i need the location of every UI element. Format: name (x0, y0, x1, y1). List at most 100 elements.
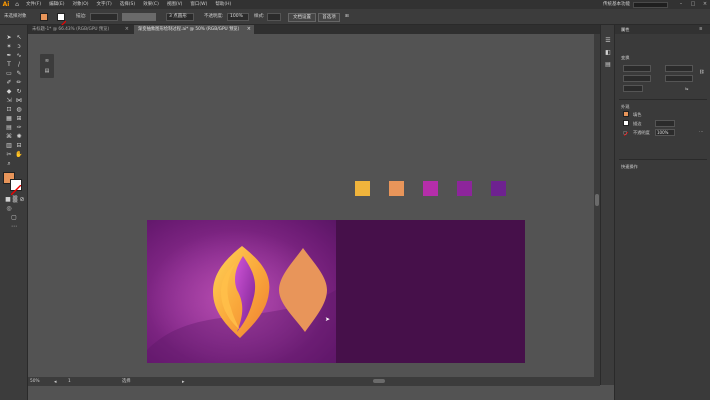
panel-menu-icon[interactable]: ≡ (699, 26, 703, 31)
maximize-icon[interactable]: □ (688, 0, 698, 9)
home-icon[interactable]: ⌂ (12, 0, 22, 9)
canvas-bottom (28, 386, 600, 400)
divider (619, 159, 707, 160)
artboard-list-icon[interactable]: ▤ (43, 67, 51, 75)
stroke-weight-field[interactable] (90, 13, 118, 21)
graphic-style-field[interactable] (267, 13, 281, 21)
properties-panel-icon[interactable]: ☰ (604, 37, 612, 45)
slice-tool-icon[interactable]: ✂ (5, 151, 13, 159)
opacity-field[interactable]: 100% (227, 13, 249, 21)
panel-stroke-swatch[interactable] (623, 120, 629, 137)
layers-icon[interactable]: ≋ (43, 57, 51, 65)
tab-gradient-abstract[interactable]: 渐变抽象图形绘制过程.ai* @ 50% (RGB/GPU 预览) × (134, 25, 254, 34)
opacity-label: 不透明度: (204, 14, 224, 19)
selection-tool-icon[interactable]: ➤ (5, 34, 13, 42)
magic-wand-icon[interactable]: ✶ (5, 43, 13, 51)
panel-stroke-weight[interactable] (655, 120, 675, 127)
mesh-tool-icon[interactable]: ⊞ (15, 115, 23, 123)
preferences-button[interactable]: 首选项 (318, 12, 340, 22)
stroke-swatch[interactable] (57, 13, 67, 30)
height-field[interactable] (665, 75, 693, 82)
gradient-tool-icon[interactable]: ▤ (5, 124, 13, 132)
color-swatch-2[interactable] (389, 181, 404, 196)
eyedropper-icon[interactable]: ✑ (15, 124, 23, 132)
status-menu-arrow-icon[interactable]: ▸ (182, 379, 186, 385)
shaper-tool-icon[interactable]: ✐ (5, 79, 13, 87)
lasso-icon[interactable]: ↄ (15, 43, 23, 51)
libraries-panel-icon[interactable]: ▤ (604, 61, 612, 69)
minimize-icon[interactable]: – (676, 0, 686, 9)
artboard-tool-icon[interactable]: ⊟ (15, 142, 23, 150)
width-tool-icon[interactable]: ⋈ (15, 97, 23, 105)
type-tool-icon[interactable]: T (5, 61, 13, 69)
color-swatch-1[interactable] (355, 181, 370, 196)
panel-fill-swatch[interactable] (623, 111, 629, 117)
more-options-icon[interactable]: ⋯ (699, 129, 703, 134)
document-setup-button[interactable]: 文档设置 (288, 12, 316, 22)
close-tab-icon[interactable]: × (125, 25, 129, 34)
menu-view[interactable]: 视图(V) (163, 0, 187, 9)
paintbrush-icon[interactable]: ✎ (15, 70, 23, 78)
rotate-field[interactable] (623, 85, 643, 92)
column-graph-icon[interactable]: ▥ (5, 142, 13, 150)
y-field[interactable] (623, 75, 651, 82)
flip-icon[interactable]: ⇋ (685, 86, 689, 91)
search-input[interactable] (633, 1, 668, 8)
hand-tool-icon[interactable]: ✋ (15, 151, 23, 159)
curvature-tool-icon[interactable]: ∿ (15, 52, 23, 60)
direct-selection-tool-icon[interactable]: ↖ (15, 34, 23, 42)
scale-tool-icon[interactable]: ⇲ (5, 97, 13, 105)
horizontal-scroll-thumb[interactable] (373, 379, 385, 383)
menu-help[interactable]: 帮助(H) (211, 0, 235, 9)
x-field[interactable] (623, 65, 651, 72)
pencil-icon[interactable]: ✏ (15, 79, 23, 87)
more-tools-icon[interactable]: ⋯ (10, 223, 18, 231)
shape-builder-icon[interactable]: ◍ (15, 106, 23, 114)
color-swatch-5[interactable] (491, 181, 506, 196)
menu-file[interactable]: 文件(F) (22, 0, 45, 9)
status-bar: 50% ◂ 1 选择 ▸ (28, 377, 600, 386)
screen-mode-icon[interactable]: ▢ (10, 214, 18, 222)
link-proportions-icon[interactable]: ⛓ (699, 69, 704, 75)
zoom-tool-icon[interactable]: ⌕ (5, 160, 13, 168)
vertical-scroll-thumb[interactable] (595, 194, 599, 206)
rotate-tool-icon[interactable]: ↻ (15, 88, 23, 96)
free-transform-icon[interactable]: ⊡ (5, 106, 13, 114)
pen-tool-icon[interactable]: ✒ (5, 52, 13, 60)
color-swatch-4[interactable] (457, 181, 472, 196)
fill-swatch[interactable] (40, 13, 48, 21)
artboard-number[interactable]: 1 (68, 377, 71, 386)
panel-title[interactable]: 属性 (621, 27, 629, 33)
menu-edit[interactable]: 编辑(E) (45, 0, 68, 9)
artboard-navigator[interactable]: ≋ ▤ (40, 54, 54, 78)
menu-type[interactable]: 文字(T) (93, 0, 116, 9)
perspective-grid-icon[interactable]: ▦ (5, 115, 13, 123)
color-swatch-3[interactable] (423, 181, 438, 196)
line-tool-icon[interactable]: / (15, 61, 23, 69)
rectangle-tool-icon[interactable]: ▭ (5, 70, 13, 78)
eraser-icon[interactable]: ◆ (5, 88, 13, 96)
draw-mode-icon[interactable]: ◎ (5, 205, 13, 213)
menu-select[interactable]: 选择(S) (116, 0, 139, 9)
none-mode-icon[interactable]: ⊘ (18, 196, 26, 204)
arrange-icon[interactable]: ⊞ (345, 13, 349, 21)
menu-object[interactable]: 对象(O) (68, 0, 92, 9)
workspace-switcher[interactable]: 传统基本功能 (603, 0, 630, 9)
symbol-sprayer-icon[interactable]: ✺ (15, 133, 23, 141)
zoom-level[interactable]: 50% (30, 377, 40, 386)
close-icon[interactable]: × (700, 0, 710, 9)
menu-window[interactable]: 窗口(W) (186, 0, 211, 9)
prev-artboard-icon[interactable]: ◂ (54, 379, 60, 385)
panel-opacity-field[interactable]: 100% (655, 129, 675, 136)
tab-untitled[interactable]: 未标题-1* @ 66.43% (RGB/GPU 预览) × (28, 25, 132, 34)
blend-tool-icon[interactable]: ⌘ (5, 133, 13, 141)
variable-width-profile[interactable] (122, 13, 156, 21)
layers-panel-icon[interactable]: ◧ (604, 49, 612, 57)
brush-definition[interactable]: 3 点圆形 (166, 13, 194, 21)
artboard[interactable]: ➤ (147, 220, 525, 363)
close-tab-icon[interactable]: × (247, 25, 251, 34)
stroke-color-box[interactable] (10, 179, 22, 196)
menu-effect[interactable]: 效果(C) (139, 0, 163, 9)
width-field[interactable] (665, 65, 693, 72)
stroke-label: 描边: (76, 14, 87, 19)
